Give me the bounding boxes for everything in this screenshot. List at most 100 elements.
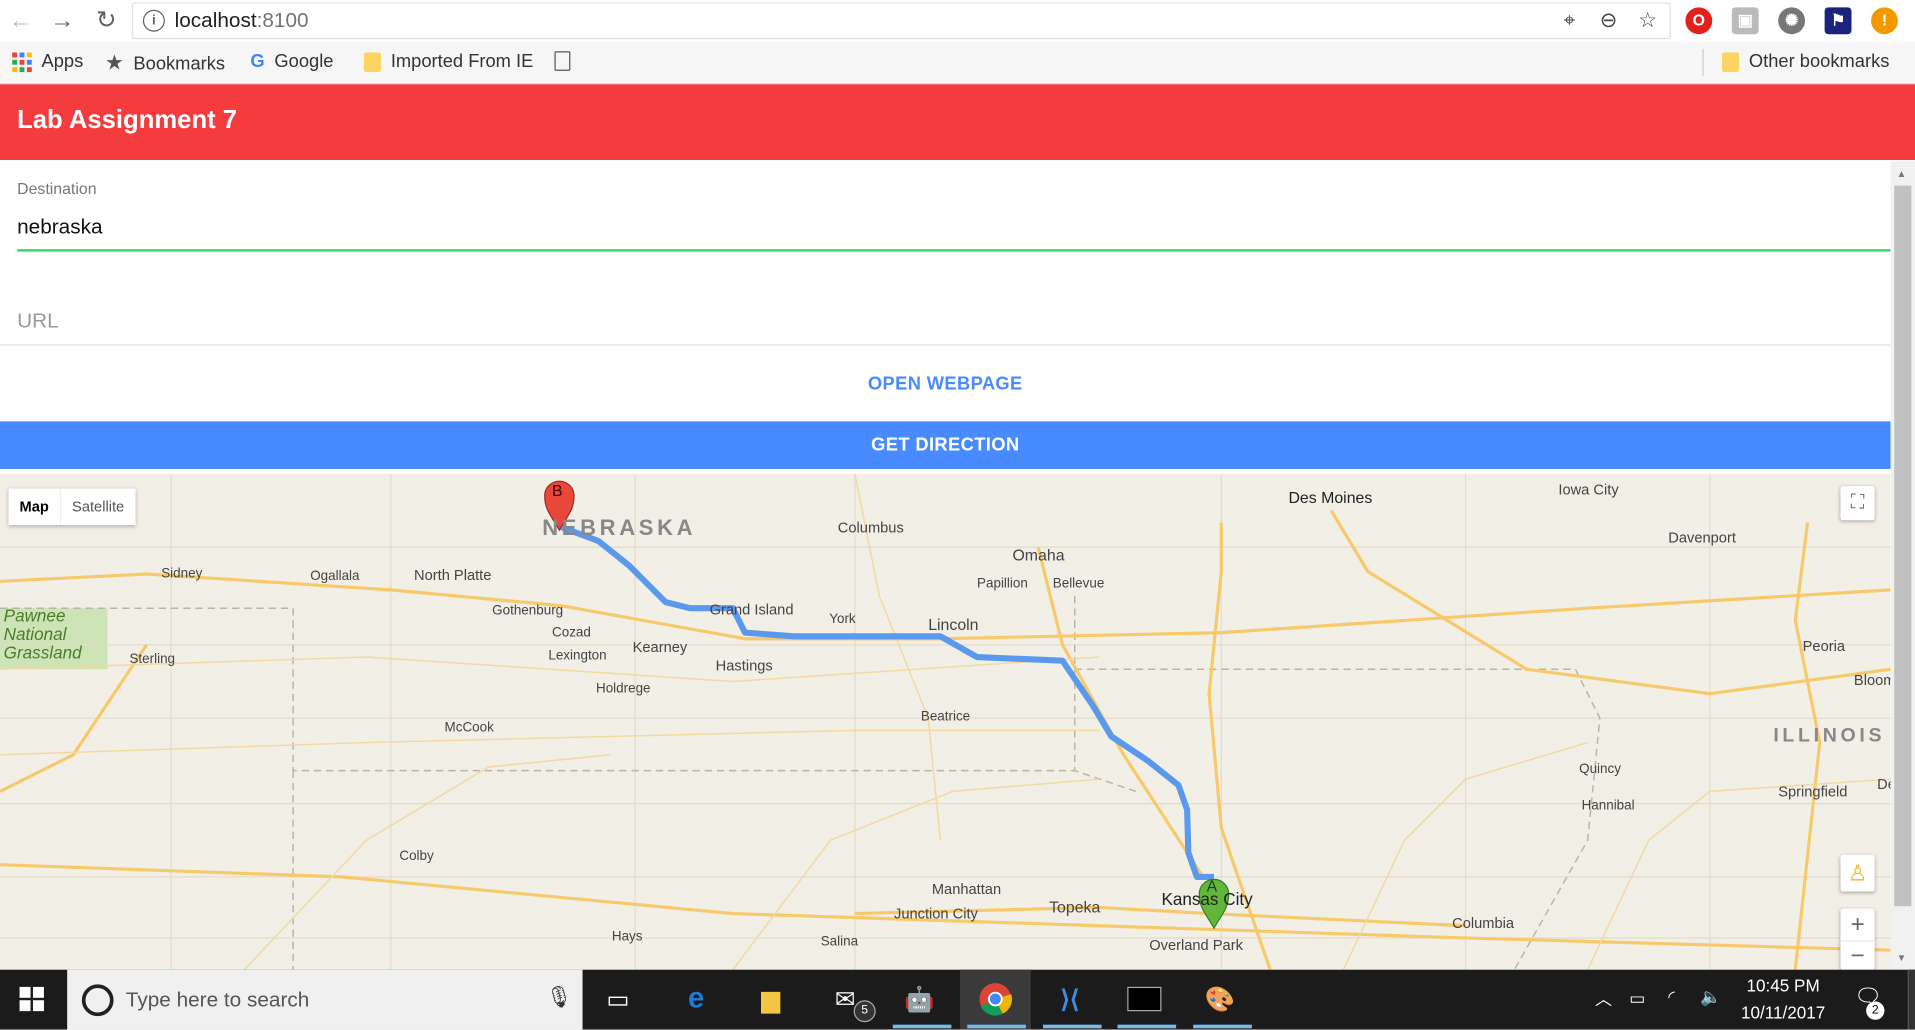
place-label: Topeka [1049, 897, 1101, 916]
star-icon: ★ [105, 51, 124, 75]
place-label: Lexington [548, 648, 607, 664]
folder-icon [1722, 51, 1740, 72]
taskbar-search[interactable]: Type here to search 🎙 [67, 969, 583, 1030]
place-label: Sterling [129, 652, 176, 667]
open-webpage-button[interactable]: OPEN WEBPAGE [0, 374, 1891, 408]
scroll-thumb[interactable] [1894, 185, 1912, 907]
taskbar-active-indicator [1117, 1024, 1177, 1029]
page-scrollbar[interactable]: ▲ ▼ [1890, 161, 1915, 970]
bookmark-bookmarks[interactable]: ★ Bookmarks [105, 51, 225, 75]
map-type-map[interactable]: Map [9, 489, 60, 526]
vscode-icon[interactable]: ⟩⟨ [1050, 979, 1089, 1018]
clock-date[interactable]: 10/11/2017 [1737, 1003, 1830, 1023]
place-label: Papillion [977, 576, 1028, 592]
apps-grid-icon [12, 51, 32, 72]
cortana-icon [81, 984, 114, 1017]
url-input[interactable]: URL [17, 309, 59, 333]
destination-input[interactable]: nebraska [17, 215, 102, 239]
place-label: Peoria [1802, 637, 1846, 655]
paint-icon[interactable]: 🎨 [1201, 979, 1240, 1018]
info-icon[interactable]: i [142, 9, 165, 32]
chevron-up-icon[interactable]: ︿ [1595, 987, 1612, 1011]
state-label: NEBRASKA [542, 515, 697, 540]
bookmark-apps[interactable]: Apps [12, 51, 83, 72]
microphone-icon[interactable]: 🎙 [546, 986, 572, 1010]
place-label: Omaha [1012, 545, 1065, 565]
task-view-icon[interactable]: ▭ [598, 979, 637, 1018]
place-label: Des Moines [1288, 488, 1373, 507]
address-bar[interactable]: i localhost:8100 ⌖ ⊖ ☆ [131, 2, 1671, 40]
destination-label: Destination [17, 179, 97, 198]
location-icon[interactable]: ⌖ [1557, 9, 1581, 33]
reload-icon[interactable]: ↻ [90, 5, 122, 37]
place-label: Columbus [837, 519, 904, 537]
wifi-icon[interactable]: ◜ [1668, 987, 1675, 1008]
place-label: Junction City [893, 904, 978, 923]
page-title: Lab Assignment 7 [17, 106, 238, 135]
get-direction-button[interactable]: GET DIRECTION [0, 421, 1891, 469]
windows-start-icon[interactable] [12, 979, 51, 1018]
place-label: Gothenburg [492, 603, 564, 618]
zoom-icon[interactable]: ⊖ [1596, 9, 1620, 33]
place-label: Hannibal [1581, 798, 1635, 814]
marker-b-label: B [552, 481, 563, 500]
place-label: Colby [399, 848, 434, 864]
back-icon[interactable]: ← [5, 5, 37, 37]
bookmark-google[interactable]: G Google [250, 51, 333, 72]
scroll-up-icon[interactable]: ▲ [1897, 169, 1907, 180]
map-view[interactable]: B A Map Satellite NEBRASKA ILLINOIS Des … [0, 473, 1891, 970]
clock-time[interactable]: 10:45 PM [1737, 976, 1830, 996]
zoom-in-button[interactable]: + [1840, 909, 1875, 942]
place-label: North Platte [414, 566, 492, 584]
edge-icon[interactable]: e [677, 979, 716, 1018]
place-label: Salina [820, 934, 859, 949]
opera-extension-icon[interactable]: O [1685, 7, 1713, 35]
place-label: Overland Park [1149, 936, 1243, 954]
film-extension-icon[interactable]: ✺ [1778, 7, 1806, 35]
chrome-icon[interactable] [976, 979, 1015, 1018]
place-label: Cozad [552, 625, 591, 640]
place-label: Quincy [1579, 762, 1621, 777]
place-label: Columbia [1452, 914, 1515, 932]
place-label: Manhattan [931, 880, 1002, 898]
scroll-down-icon[interactable]: ▼ [1897, 953, 1907, 964]
street-view-pegman-icon[interactable]: ♙ [1840, 854, 1875, 892]
url-underline [0, 344, 1891, 346]
place-label: Davenport [1668, 528, 1736, 546]
bookmarks-divider [1702, 48, 1704, 76]
place-label: Ogallala [310, 569, 360, 584]
volume-icon[interactable]: 🔈 [1700, 987, 1721, 1008]
map-type-control: Map Satellite [8, 488, 136, 526]
bookmark-page[interactable] [554, 51, 571, 71]
taskbar-active-indicator [892, 1024, 952, 1029]
command-prompt-icon[interactable] [1125, 979, 1164, 1018]
map-type-satellite[interactable]: Satellite [59, 488, 135, 526]
place-label: Springfield [1778, 782, 1848, 800]
search-input[interactable]: Type here to search [126, 988, 310, 1012]
place-label: McCook [444, 720, 494, 736]
taskbar-active-indicator [1193, 1024, 1252, 1029]
destination-underline [17, 249, 1891, 252]
flag-extension-icon[interactable]: ⚑ [1824, 7, 1852, 35]
state-label: ILLINOIS [1773, 725, 1886, 747]
taskbar-active-indicator [967, 1024, 1026, 1029]
battery-icon[interactable]: ▭ [1629, 988, 1645, 1009]
android-studio-icon[interactable]: 🤖 [900, 979, 939, 1018]
place-label: Iowa City [1558, 481, 1619, 499]
bookmark-star-icon[interactable]: ☆ [1635, 9, 1659, 33]
bookmark-imported-from-ie[interactable]: Imported From IE [363, 51, 533, 72]
bookmark-other[interactable]: Other bookmarks [1722, 51, 1889, 72]
extension-icon[interactable]: ▣ [1731, 7, 1759, 35]
show-desktop-button[interactable] [1907, 969, 1915, 1030]
forward-icon[interactable]: → [46, 5, 78, 37]
app-header: Lab Assignment 7 [0, 84, 1915, 160]
alert-icon[interactable]: ! [1871, 7, 1898, 35]
park-label: Pawnee National Grassland [3, 605, 82, 662]
address-url[interactable]: localhost:8100 [175, 9, 309, 33]
place-label: Kansas City [1161, 889, 1253, 909]
zoom-out-button[interactable]: − [1840, 942, 1874, 970]
mail-badge: 5 [853, 1000, 876, 1023]
file-explorer-icon[interactable]: ▆ [751, 979, 790, 1018]
browser-toolbar: ← → ↻ i localhost:8100 ⌖ ⊖ ☆ O ▣ ✺ ⚑ ! [0, 0, 1915, 42]
fullscreen-icon[interactable]: ⛶ [1840, 486, 1875, 521]
